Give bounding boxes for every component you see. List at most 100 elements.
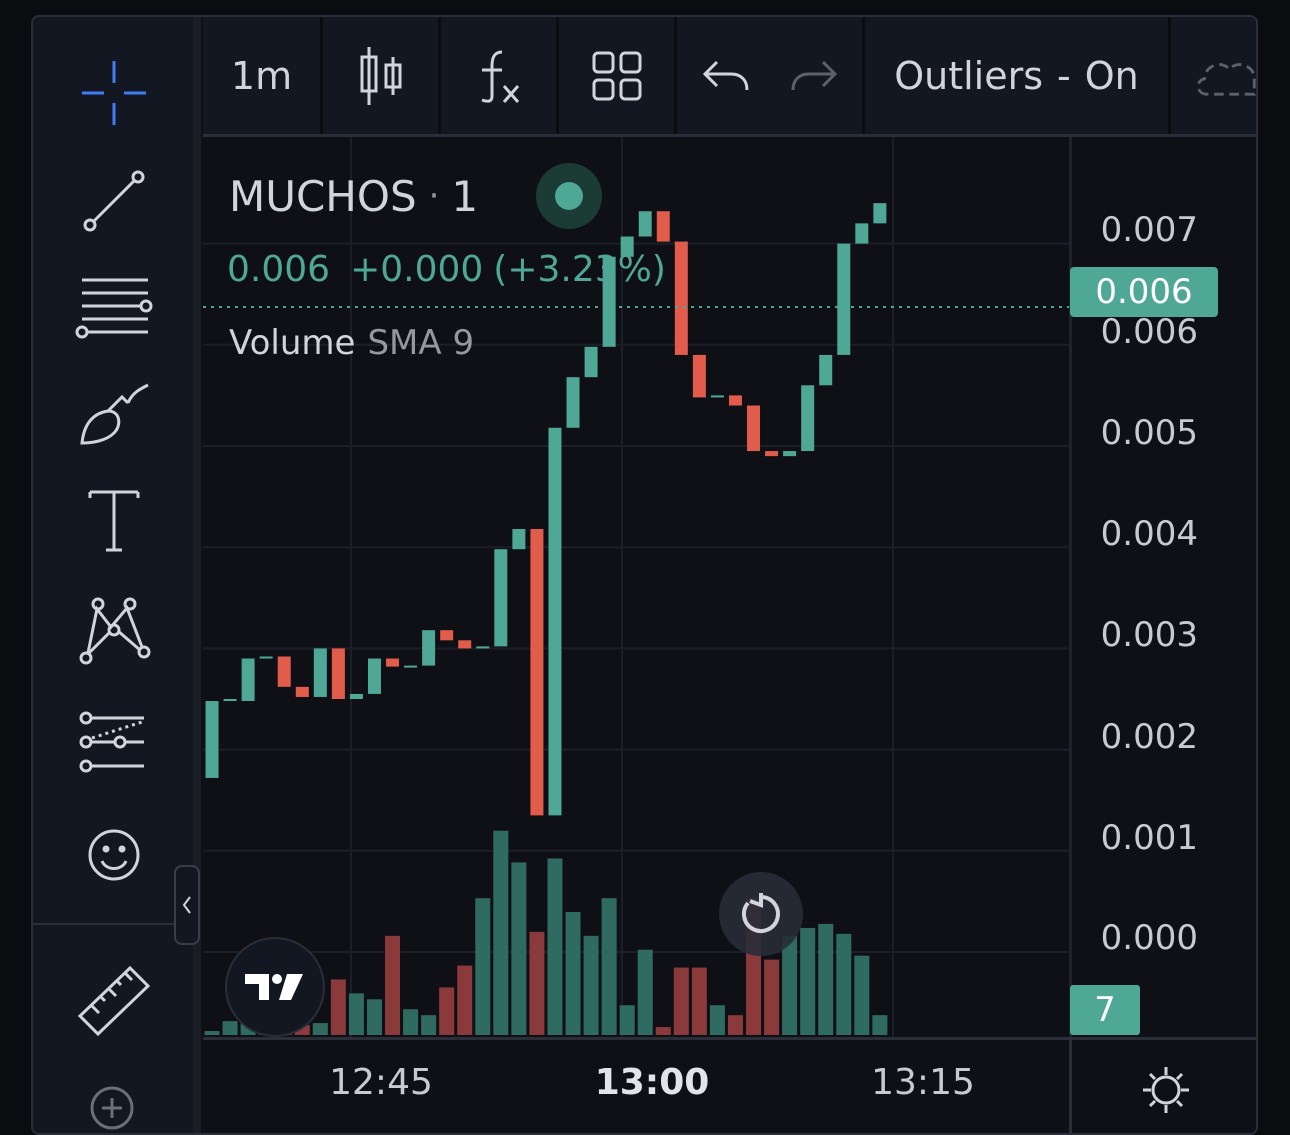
candle (404, 665, 418, 668)
price-axis[interactable]: 0.007 0.006 0.005 0.004 0.003 0.002 0.00… (1069, 137, 1256, 1037)
outliers-state: On (1084, 53, 1139, 98)
layouts-button[interactable] (559, 17, 677, 134)
brush-icon[interactable] (71, 370, 157, 456)
volume-bar (601, 898, 617, 1035)
gear-icon (1143, 1067, 1189, 1113)
candle (783, 451, 797, 457)
candle (584, 346, 598, 378)
candle (259, 656, 273, 659)
text-icon[interactable] (71, 477, 157, 563)
symbol-interval: 1 (451, 171, 479, 221)
time-tick: 13:15 (871, 1062, 975, 1103)
candle (331, 648, 345, 699)
legend-change-pct: (+3.23%) (493, 249, 666, 290)
volume-bar (872, 1015, 888, 1035)
volume-bar (403, 1009, 419, 1035)
outliers-separator: - (1057, 53, 1071, 98)
outliers-toggle[interactable]: Outliers - On (865, 17, 1171, 134)
volume-bar (583, 935, 599, 1035)
candle (458, 640, 472, 649)
time-axis[interactable]: 12:45 13:00 13:15 (203, 1037, 1256, 1133)
volume-bar (366, 999, 382, 1035)
legend-change: +0.000 (350, 249, 484, 290)
candle (494, 549, 508, 647)
volume-bar (348, 993, 364, 1035)
tradingview-logo[interactable] (225, 937, 325, 1037)
fib-retracement-icon[interactable] (71, 263, 157, 349)
price-tick: 0.006 (1100, 312, 1198, 352)
candle (512, 528, 526, 550)
prediction-icon[interactable] (71, 701, 157, 787)
volume-bar (764, 959, 780, 1035)
volume-bar (619, 1005, 635, 1035)
candle (710, 395, 724, 398)
function-icon (481, 50, 519, 103)
price-tick: 0.003 (1100, 615, 1198, 655)
study-params: SMA 9 (367, 323, 475, 363)
volume-bar (565, 912, 581, 1035)
volume-bar (511, 862, 527, 1035)
drawing-toolbar (33, 17, 201, 1133)
candle (440, 630, 454, 641)
candle (530, 528, 544, 816)
candle (765, 451, 779, 457)
chart-pane[interactable]: MUCHOS · 1 0.006 +0.000 (+3.23%) Volume … (203, 137, 1069, 1037)
chart-widget: 1m Outliers - On MUCHOS · 1 0.006 +0.000… (31, 15, 1258, 1135)
candlestick-icon (360, 46, 401, 105)
cloud-icon (1196, 62, 1256, 96)
candle (241, 658, 255, 702)
symbol-legend: MUCHOS · 1 (229, 163, 603, 229)
zoom-in-icon[interactable] (71, 1067, 157, 1133)
candle (349, 693, 363, 699)
candle (674, 241, 688, 355)
candle (548, 427, 562, 816)
reset-icon (742, 893, 780, 933)
crosshair-icon[interactable] (71, 50, 157, 136)
time-tick: 13:00 (594, 1062, 710, 1103)
volume-legend[interactable]: Volume SMA 9 (229, 323, 474, 363)
volume-bar (727, 1015, 743, 1035)
grid-icon (592, 51, 641, 100)
candle (223, 699, 237, 702)
price-tick: 0.005 (1100, 413, 1198, 453)
legend-price: 0.006 (227, 249, 331, 290)
volume-bar (854, 955, 870, 1035)
indicators-button[interactable] (441, 17, 559, 134)
trend-line-icon[interactable] (71, 158, 157, 244)
reset-chart-button[interactable] (719, 872, 803, 956)
volume-bar (204, 1031, 220, 1035)
redo-icon[interactable] (789, 56, 839, 96)
emoji-icon[interactable] (71, 812, 157, 898)
outliers-label: Outliers (894, 53, 1044, 98)
interval-button[interactable]: 1m (203, 17, 323, 134)
volume-bar (637, 949, 653, 1035)
volume-bar (709, 1005, 725, 1035)
ruler-icon[interactable] (71, 957, 157, 1043)
last-price-label: 0.006 (1070, 267, 1218, 317)
pattern-icon[interactable] (71, 587, 157, 673)
volume-bar (818, 923, 834, 1035)
volume-bar (529, 931, 545, 1035)
chart-type-button[interactable] (323, 17, 441, 134)
cloud-button[interactable] (1171, 17, 1256, 134)
volume-bar (673, 967, 689, 1035)
axis-settings-button[interactable] (1069, 1040, 1256, 1133)
candle (313, 648, 327, 697)
undo-icon[interactable] (701, 56, 751, 96)
volume-bar (836, 933, 852, 1035)
price-tick: 0.002 (1100, 717, 1198, 757)
market-status-icon[interactable] (536, 163, 603, 229)
volume-bar (655, 1027, 671, 1035)
price-legend: 0.006 +0.000 (+3.23%) (227, 249, 666, 290)
volume-bar (439, 987, 455, 1035)
chevron-left-icon (182, 896, 191, 914)
candle (566, 377, 580, 428)
volume-value-label: 7 (1070, 985, 1140, 1035)
candle (819, 354, 833, 386)
sidebar-collapse-button[interactable] (174, 865, 200, 945)
price-tick: 0.001 (1100, 818, 1198, 858)
price-tick: 0.007 (1100, 210, 1198, 250)
volume-bar (547, 858, 563, 1035)
volume-bar (782, 935, 798, 1035)
volume-bar (493, 830, 509, 1035)
